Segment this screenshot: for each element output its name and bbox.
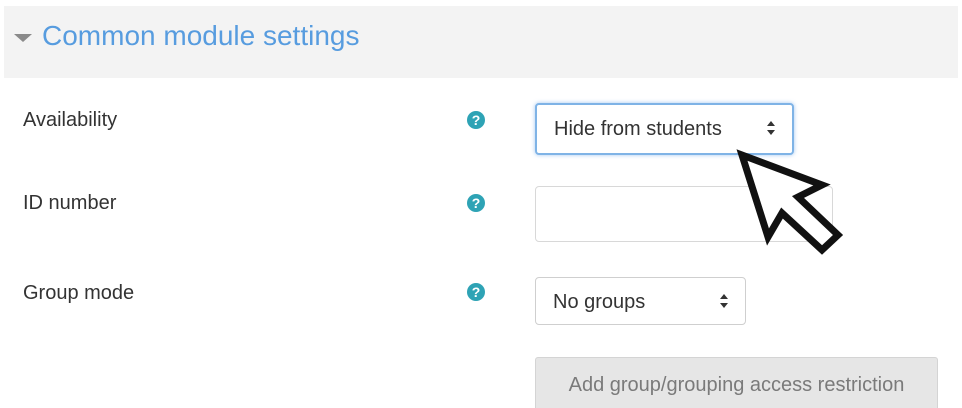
section-title[interactable]: Common module settings xyxy=(42,19,359,53)
availability-help-icon[interactable]: ? xyxy=(467,111,485,129)
id-number-help-icon[interactable]: ? xyxy=(467,194,485,212)
sort-arrows-icon xyxy=(720,294,728,308)
group-mode-select[interactable]: No groups xyxy=(535,277,746,325)
id-number-label: ID number xyxy=(23,192,117,214)
availability-label: Availability xyxy=(23,109,118,131)
caret-down-icon[interactable] xyxy=(14,34,32,42)
group-mode-select-value: No groups xyxy=(553,291,646,313)
availability-select-value: Hide from students xyxy=(554,118,722,140)
mouse-pointer-icon xyxy=(736,149,844,255)
module-settings-page: Common module settings Availability ? Hi… xyxy=(0,0,962,408)
group-mode-help-icon[interactable]: ? xyxy=(467,283,485,301)
add-group-restriction-button[interactable]: Add group/grouping access restriction xyxy=(535,357,938,408)
group-mode-label: Group mode xyxy=(23,282,135,304)
section-header[interactable]: Common module settings xyxy=(4,6,958,78)
sort-arrows-icon xyxy=(767,121,775,135)
